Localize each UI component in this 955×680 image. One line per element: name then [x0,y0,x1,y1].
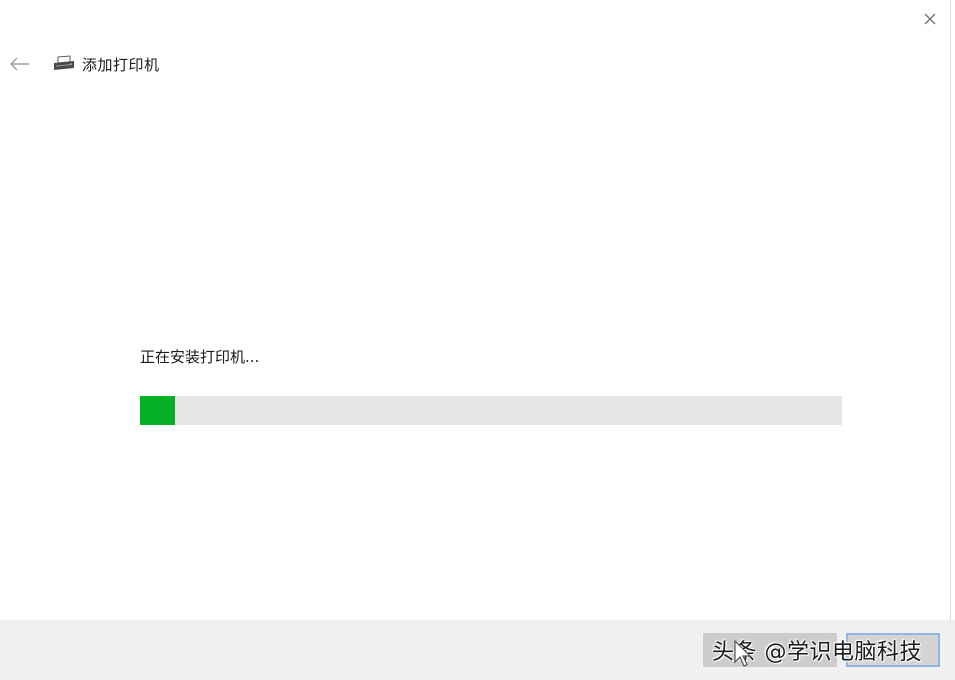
back-button[interactable] [8,52,32,76]
printer-icon [52,54,76,74]
progress-bar-fill [140,396,176,425]
installing-status-text: 正在安装打印机... [140,348,260,366]
add-printer-window: 添加打印机 正在安装打印机... 头条 @学识电脑科技 [0,0,955,680]
install-progress-bar [140,396,842,425]
close-icon [924,13,936,25]
dialog-header: 添加打印机 [8,50,160,78]
close-button[interactable] [919,8,941,30]
window-border [950,0,951,620]
mouse-cursor-icon [734,640,751,667]
back-arrow-icon [10,57,29,71]
dialog-title: 添加打印机 [82,55,160,74]
